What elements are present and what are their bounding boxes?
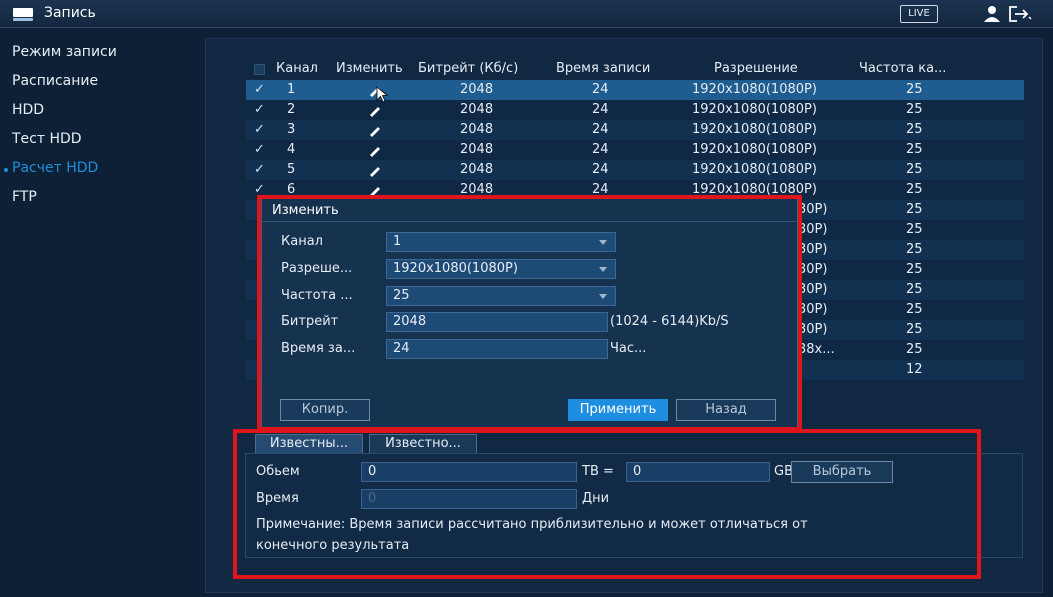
row-resolution: 30P) [798,242,828,257]
highlight-box-calc [233,429,981,579]
row-bitrate: 2048 [460,102,494,117]
row-bitrate: 2048 [460,142,494,157]
row-checkbox[interactable]: ✓ [254,82,265,97]
row-channel: 2 [287,102,296,117]
row-resolution: 30P) [798,322,828,337]
sidebar-item-ftp[interactable]: FTP [12,189,37,205]
row-bitrate: 2048 [460,82,494,97]
hdd-icon [13,8,33,21]
row-fps: 25 [906,322,923,337]
top-bar: Запись LIVE [0,0,1053,28]
row-fps: 25 [906,82,923,97]
column-rec-time: Время записи [556,61,651,76]
select-all-checkbox[interactable] [254,64,265,75]
row-fps: 25 [906,282,923,297]
column-resolution: Разрешение [714,61,798,76]
row-resolution: 1920x1080(1080P) [692,82,817,97]
table-row[interactable]: ✓ 1 2048 24 1920x1080(1080P) 25 [246,80,1024,100]
live-button[interactable]: LIVE [900,5,938,23]
column-channel: Канал [276,61,318,76]
sidebar-item-hdd-test[interactable]: Тест HDD [12,131,82,147]
column-bitrate: Битрейт (Кб/с) [418,61,519,76]
row-resolution: 1920x1080(1080P) [692,122,817,137]
row-resolution: 30P) [798,282,828,297]
row-fps: 25 [906,242,923,257]
column-fps: Частота ка... [859,61,947,76]
row-fps: 25 [906,182,923,197]
edit-icon[interactable] [368,103,382,117]
row-checkbox[interactable]: ✓ [254,102,265,117]
sidebar-item-hdd[interactable]: HDD [12,102,44,118]
column-edit: Изменить [336,61,403,76]
sidebar: Режим записи Расписание HDD Тест HDD Рас… [0,38,200,597]
page-title: Запись [44,5,96,21]
row-fps: 25 [906,342,923,357]
edit-icon[interactable] [368,163,382,177]
row-bitrate: 2048 [460,162,494,177]
active-marker [4,168,8,172]
table-header: Канал Изменить Битрейт (Кб/с) Время запи… [246,58,1024,80]
table-row[interactable]: ✓ 3 2048 24 1920x1080(1080P) 25 [246,120,1024,140]
row-resolution: 30P) [798,262,828,277]
row-fps: 25 [906,142,923,157]
row-resolution: 30P) [798,202,828,217]
table-row[interactable]: ✓ 2 2048 24 1920x1080(1080P) 25 [246,100,1024,120]
row-fps: 25 [906,302,923,317]
row-rec-time: 24 [592,102,609,117]
sidebar-item-record-mode[interactable]: Режим записи [12,44,117,60]
row-resolution: 38x... [798,342,835,357]
row-checkbox[interactable]: ✓ [254,142,265,157]
row-fps: 25 [906,202,923,217]
row-resolution: 1920x1080(1080P) [692,142,817,157]
row-rec-time: 24 [592,122,609,137]
highlight-box-dialog [257,195,802,431]
row-rec-time: 24 [592,162,609,177]
edit-icon[interactable] [368,143,382,157]
row-channel: 3 [287,122,296,137]
row-checkbox[interactable]: ✓ [254,162,265,177]
row-fps: 25 [906,222,923,237]
row-channel: 1 [287,82,296,97]
row-fps: 25 [906,262,923,277]
row-rec-time: 24 [592,82,609,97]
edit-icon[interactable] [368,123,382,137]
row-resolution: 30P) [798,302,828,317]
sidebar-item-schedule[interactable]: Расписание [12,73,98,89]
row-fps: 12 [906,362,923,377]
user-icon[interactable] [983,5,1001,23]
row-channel: 4 [287,142,296,157]
row-fps: 25 [906,122,923,137]
row-channel: 5 [287,162,296,177]
row-resolution: 1920x1080(1080P) [692,162,817,177]
table-row[interactable]: ✓ 5 2048 24 1920x1080(1080P) 25 [246,160,1024,180]
table-row[interactable]: ✓ 4 2048 24 1920x1080(1080P) 25 [246,140,1024,160]
row-resolution: 1920x1080(1080P) [692,102,817,117]
logout-icon[interactable] [1008,5,1032,23]
row-checkbox[interactable]: ✓ [254,122,265,137]
row-rec-time: 24 [592,142,609,157]
row-fps: 25 [906,102,923,117]
sidebar-item-hdd-calc[interactable]: Расчет HDD [12,160,98,176]
row-resolution: 30P) [798,222,828,237]
row-bitrate: 2048 [460,122,494,137]
row-fps: 25 [906,162,923,177]
mouse-cursor-icon [376,86,389,103]
